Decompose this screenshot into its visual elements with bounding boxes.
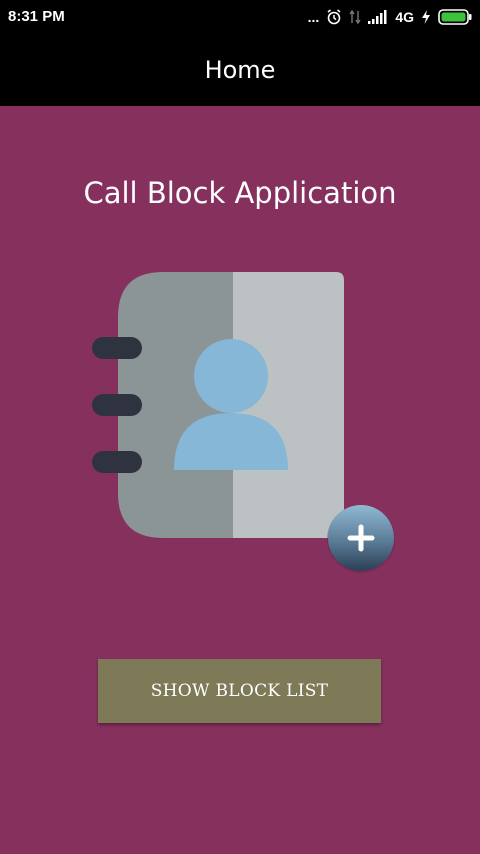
- network-type: 4G: [395, 9, 414, 25]
- show-block-list-button[interactable]: SHOW BLOCK LIST: [98, 659, 381, 723]
- status-bar: 8:31 PM ... 4G: [0, 0, 480, 34]
- page-title: Home: [204, 56, 276, 84]
- signal-icon: [368, 10, 387, 24]
- status-icons: ... 4G: [308, 6, 472, 28]
- alarm-icon: [327, 9, 341, 25]
- app-bar: Home: [0, 34, 480, 106]
- status-time: 8:31 PM: [8, 8, 65, 25]
- status-dots: ...: [307, 9, 320, 25]
- battery-icon: [438, 9, 472, 25]
- data-transfer-icon: [349, 9, 361, 25]
- contact-book-add-icon: [92, 272, 395, 573]
- charging-icon: [422, 10, 430, 24]
- app-heading: Call Block Application: [83, 176, 397, 210]
